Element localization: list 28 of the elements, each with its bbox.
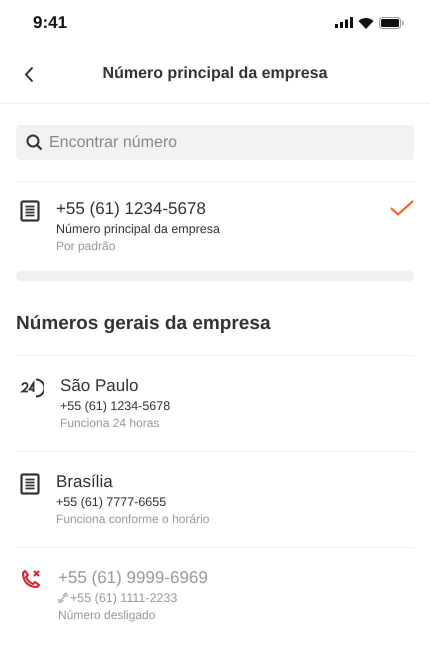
battery-icon — [379, 16, 404, 28]
item-title: Brasília — [56, 471, 114, 493]
item-note: Número desligado — [58, 607, 156, 624]
item-number: +55 (61) 1111-2233 — [58, 589, 414, 607]
item-title: +55 (61) 9999-6969 — [58, 567, 209, 589]
document-icon — [20, 200, 40, 222]
search-field[interactable]: Encontrar número — [16, 125, 414, 160]
main-number-item[interactable]: +55 (61) 1234-5678 Número principal da empresa Por padrão — [0, 182, 430, 271]
number-item[interactable]: Brasília +55 (61) 7777-6655 Funciona conforme o horário — [0, 452, 430, 547]
number-label: Número principal da empresa — [56, 221, 221, 238]
item-number: +55 (61) 7777-6655 — [56, 494, 168, 511]
item-note: Funciona conforme o horário — [56, 511, 210, 528]
item-title: São Paulo — [60, 375, 140, 397]
item-note: Funciona 24 horas — [60, 415, 160, 432]
back-icon — [24, 66, 34, 82]
phone-off-icon — [20, 569, 42, 591]
status-time: 9:41 — [33, 12, 68, 32]
clock-24-icon — [20, 377, 44, 399]
document-icon — [20, 473, 40, 495]
page-title: Número principal da empresa — [102, 65, 328, 82]
number-item[interactable]: São Paulo +55 (61) 1234-5678 Funciona 24 horas — [0, 356, 430, 451]
wifi-icon — [358, 16, 374, 28]
number-note: Por padrão — [56, 238, 116, 255]
signal-icon — [335, 17, 353, 28]
search-icon — [26, 134, 43, 151]
phone-number: +55 (61) 1234-5678 — [56, 198, 207, 220]
item-number: +55 (61) 1234-5678 — [60, 398, 172, 415]
section-heading: Números gerais da empresa — [15, 312, 272, 336]
